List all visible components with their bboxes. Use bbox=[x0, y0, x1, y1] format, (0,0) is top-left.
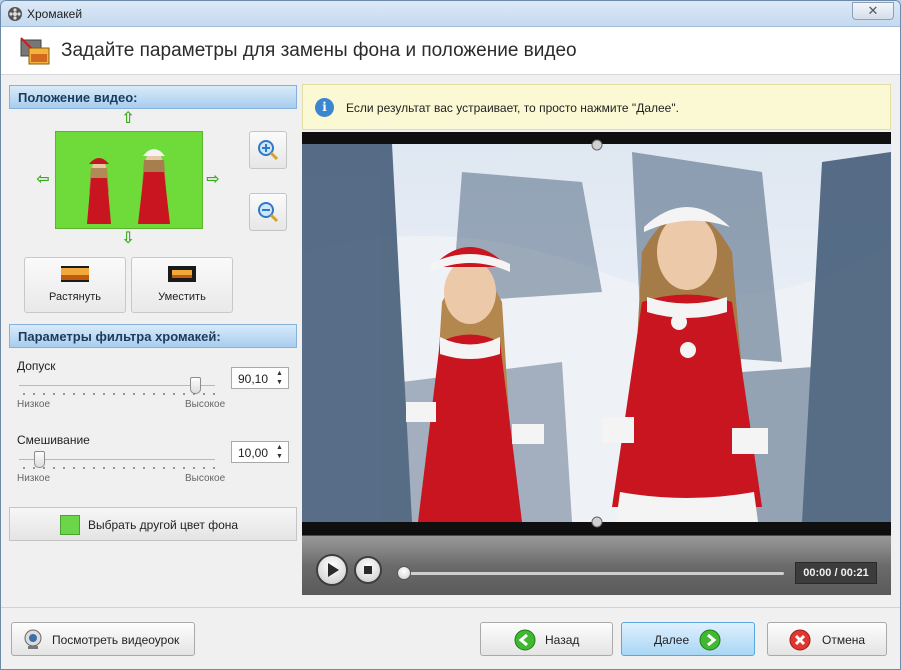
blending-high-label: Высокое bbox=[185, 473, 226, 484]
tolerance-label: Допуск bbox=[17, 359, 56, 373]
watch-tutorial-label: Посмотреть видеоурок bbox=[52, 633, 180, 647]
choose-color-label: Выбрать другой цвет фона bbox=[88, 518, 239, 532]
tolerance-ticks bbox=[19, 393, 217, 395]
girl-right-figure bbox=[138, 149, 170, 224]
fit-label: Уместить bbox=[158, 291, 206, 303]
title-bar: Хромакей ✕ bbox=[1, 1, 900, 27]
tolerance-low-label: Низкое bbox=[17, 399, 51, 410]
timeline-knob[interactable] bbox=[397, 566, 411, 580]
move-left-arrow-icon[interactable]: ⇦ bbox=[35, 172, 51, 188]
spin-arrows-icon[interactable]: ▲ ▼ bbox=[276, 443, 286, 461]
girl-left-figure bbox=[87, 158, 111, 224]
blending-ticks bbox=[19, 467, 217, 469]
play-button[interactable] bbox=[316, 554, 348, 586]
position-section-header: Положение видео: bbox=[9, 85, 297, 109]
blending-track[interactable] bbox=[19, 459, 215, 460]
time-display: 00:00 / 00:21 bbox=[795, 562, 877, 584]
chromakey-window: Хромакей ✕ Задайте параметры для замены … bbox=[0, 0, 901, 670]
fit-icon bbox=[168, 266, 196, 282]
cancel-icon bbox=[789, 629, 811, 651]
crop-handle-bottom bbox=[591, 516, 603, 528]
next-label: Далее bbox=[654, 633, 690, 647]
header: Задайте параметры для замены фона и поло… bbox=[1, 27, 900, 75]
blending-spinbox[interactable]: 10,00 ▲ ▼ bbox=[231, 441, 289, 463]
info-icon: i bbox=[315, 98, 334, 117]
video-frame bbox=[302, 132, 891, 535]
back-label: Назад bbox=[545, 633, 580, 647]
tolerance-slider-thumb[interactable] bbox=[190, 377, 202, 394]
zoom-in-icon bbox=[258, 140, 279, 161]
filter-section-header: Параметры фильтра хромакей: bbox=[9, 324, 297, 348]
webcam-icon bbox=[24, 629, 42, 649]
video-replace-icon bbox=[20, 37, 50, 65]
blending-low-label: Низкое bbox=[17, 473, 51, 484]
info-bar: i Если результат вас устраивает, то прос… bbox=[302, 84, 891, 130]
tolerance-high-label: Высокое bbox=[185, 399, 226, 410]
window-title: Хромакей bbox=[27, 7, 83, 21]
cancel-label: Отмена bbox=[822, 633, 866, 647]
tolerance-track[interactable] bbox=[19, 385, 215, 386]
blending-slider-block: Смешивание Низкое Высокое 10,00 ▲ ▼ bbox=[9, 433, 297, 493]
zoom-out-button[interactable] bbox=[249, 193, 287, 231]
play-icon bbox=[328, 563, 339, 577]
zoom-in-button[interactable] bbox=[249, 131, 287, 169]
next-button[interactable]: Далее bbox=[621, 622, 755, 656]
player-controls: 00:00 / 00:21 bbox=[302, 535, 891, 595]
back-button[interactable]: Назад bbox=[480, 622, 613, 656]
stop-button[interactable] bbox=[354, 556, 382, 584]
zoom-out-icon bbox=[258, 202, 279, 223]
tolerance-spinbox[interactable]: 90,10 ▲ ▼ bbox=[231, 367, 289, 389]
move-right-arrow-icon[interactable]: ⇨ bbox=[205, 172, 221, 188]
footer: Посмотреть видеоурок Назад Далее Отмена bbox=[1, 607, 900, 669]
stretch-label: Растянуть bbox=[49, 291, 101, 303]
watch-tutorial-button[interactable]: Посмотреть видеоурок bbox=[11, 622, 195, 656]
blending-slider-thumb[interactable] bbox=[33, 451, 45, 468]
move-down-arrow-icon[interactable]: ⇩ bbox=[120, 231, 136, 247]
blending-value: 10,00 bbox=[238, 446, 269, 460]
move-up-arrow-icon[interactable]: ⇧ bbox=[120, 111, 136, 127]
timeline-track[interactable] bbox=[404, 572, 784, 575]
back-arrow-icon bbox=[514, 629, 536, 651]
page-title: Задайте параметры для замены фона и поло… bbox=[61, 40, 577, 61]
preview-area: i Если результат вас устраивает, то прос… bbox=[302, 84, 891, 595]
color-swatch bbox=[60, 515, 80, 535]
spin-arrows-icon[interactable]: ▲ ▼ bbox=[276, 369, 286, 387]
close-icon: ✕ bbox=[867, 3, 879, 18]
stretch-icon bbox=[61, 266, 89, 282]
info-text: Если результат вас устраивает, то просто… bbox=[346, 101, 679, 115]
preview-figures bbox=[87, 149, 170, 224]
crop-handle-top bbox=[591, 139, 603, 151]
stop-icon bbox=[364, 566, 372, 574]
stretch-button[interactable]: Растянуть bbox=[24, 257, 126, 313]
video-preview[interactable] bbox=[302, 132, 891, 535]
settings-panel: Положение видео: ⇧ ⇦ ⇨ ⇩ Растянуть Умест… bbox=[7, 81, 299, 601]
tolerance-value: 90,10 bbox=[238, 372, 269, 386]
tolerance-slider-block: Допуск Низкое Высокое 90,10 ▲ ▼ bbox=[9, 359, 297, 419]
close-button[interactable]: ✕ bbox=[852, 2, 894, 20]
fit-button[interactable]: Уместить bbox=[131, 257, 233, 313]
position-preview[interactable] bbox=[55, 131, 203, 229]
next-arrow-icon bbox=[699, 629, 721, 651]
cancel-button[interactable]: Отмена bbox=[767, 622, 887, 656]
blending-label: Смешивание bbox=[17, 433, 90, 447]
choose-color-button[interactable]: Выбрать другой цвет фона bbox=[9, 507, 297, 541]
film-reel-icon bbox=[8, 7, 22, 21]
